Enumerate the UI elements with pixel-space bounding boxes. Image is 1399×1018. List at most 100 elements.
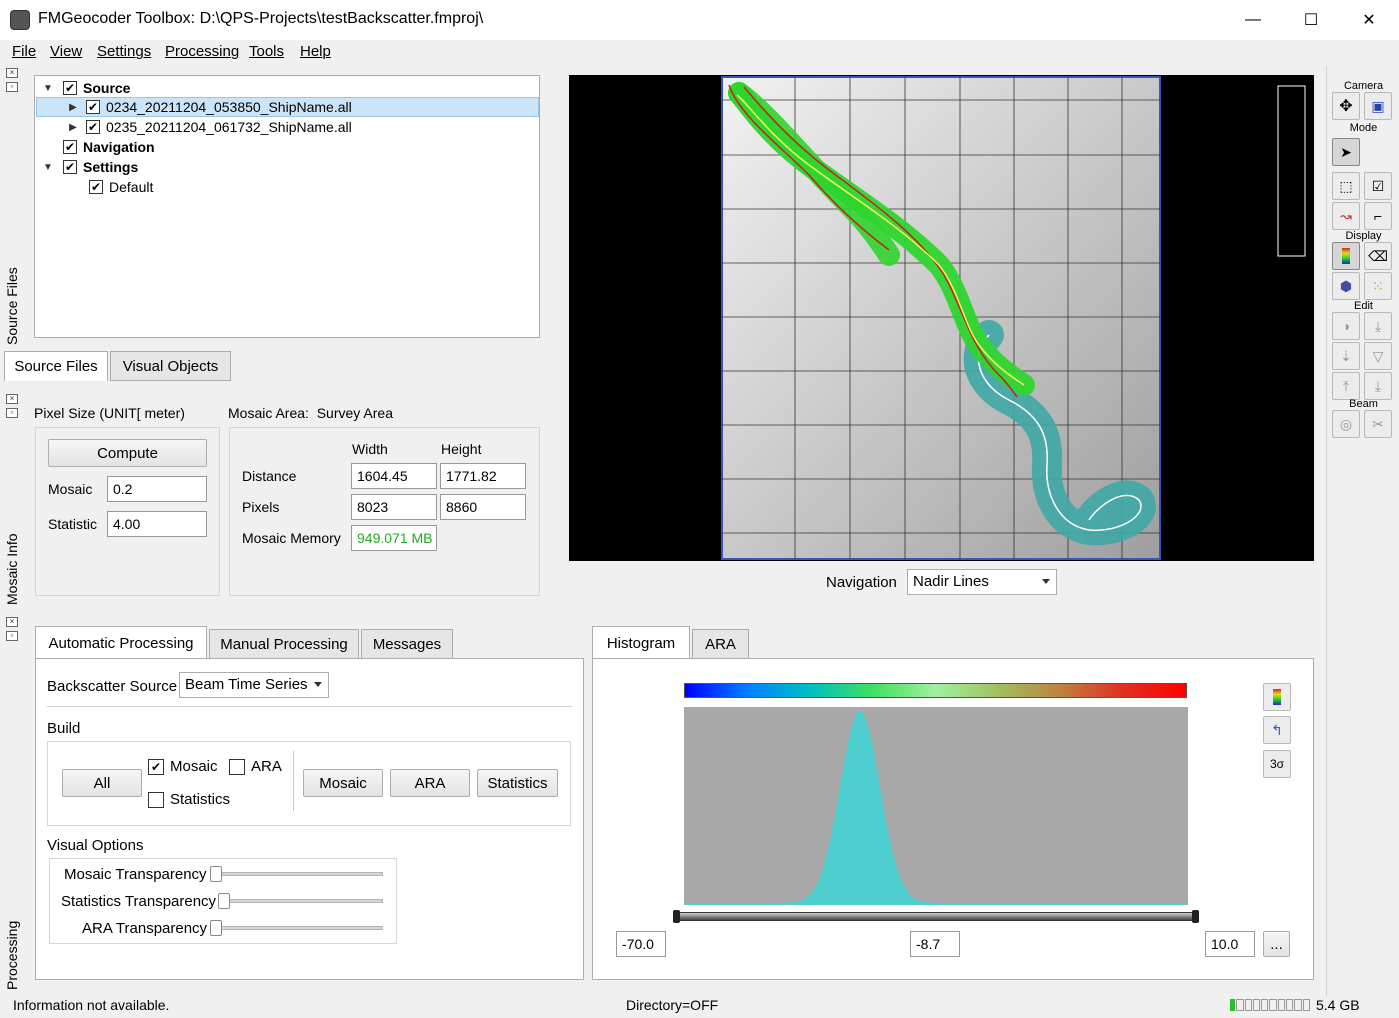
menu-tools[interactable]: Tools (249, 43, 284, 60)
tree-item-file1[interactable]: ▶ ✔ 0234_20211204_053850_ShipName.all (36, 97, 539, 117)
mosaic-size-field[interactable]: 0.2 (107, 476, 207, 502)
statistics-checkbox[interactable]: Statistics (148, 791, 230, 808)
dock-title-source-files: Source Files (4, 267, 20, 345)
chevron-down-icon[interactable]: ▼ (39, 83, 57, 94)
histogram-plot[interactable] (684, 707, 1188, 905)
camera-rotate-button[interactable]: ✥ (1332, 92, 1360, 120)
compute-button[interactable]: Compute (48, 439, 207, 467)
menu-view[interactable]: View (50, 43, 82, 60)
checkbox[interactable]: ✔ (89, 180, 103, 194)
pixels-height-field[interactable]: 8860 (440, 494, 526, 520)
check-select-button[interactable]: ☑ (1364, 172, 1392, 200)
path-select-button[interactable]: ↝ (1332, 202, 1360, 230)
beam-cut-button[interactable]: ✂ (1364, 410, 1392, 438)
checkbox[interactable] (148, 791, 164, 808)
tree-item-file2[interactable]: ▶ ✔ 0235_20211204_061732_ShipName.all (39, 117, 352, 137)
close-dock-icon[interactable]: × (6, 68, 18, 78)
close-dock-icon[interactable]: × (6, 617, 18, 627)
three-sigma-button[interactable]: 3σ (1263, 750, 1291, 778)
chevron-right-icon[interactable]: ▶ (64, 102, 82, 113)
chevron-down-icon[interactable]: ▼ (39, 162, 57, 173)
histogram-mid-field[interactable]: -8.7 (910, 931, 960, 957)
checkbox[interactable] (229, 758, 245, 775)
histogram-more-button[interactable]: ... (1263, 931, 1290, 957)
statistic-size-field[interactable]: 4.00 (107, 511, 207, 537)
tree-item-settings[interactable]: ▼ ✔ Settings (39, 157, 138, 177)
edit-sink-button[interactable]: ⤓ (1364, 372, 1392, 400)
ara-checkbox[interactable]: ARA (229, 758, 282, 775)
colormap-toggle-button[interactable] (1263, 683, 1291, 711)
select-mode-button[interactable]: ➤ (1332, 138, 1360, 166)
tab-source-files[interactable]: Source Files (4, 351, 108, 381)
slider-handle[interactable] (210, 920, 222, 936)
checkbox[interactable]: ✔ (86, 100, 100, 114)
tab-ara[interactable]: ARA (692, 629, 749, 659)
tab-automatic-processing[interactable]: Automatic Processing (35, 626, 207, 659)
edit-raise-button[interactable]: ⤒ (1332, 372, 1360, 400)
camera-section-label: Camera (1343, 80, 1384, 92)
chevron-right-icon[interactable]: ▶ (64, 122, 82, 133)
tab-messages[interactable]: Messages (361, 629, 453, 659)
close-dock-icon[interactable]: × (6, 394, 18, 404)
build-statistics-button[interactable]: Statistics (477, 769, 558, 797)
beam-pattern-button[interactable]: ◎ (1332, 410, 1360, 438)
range-min-handle[interactable] (673, 910, 680, 923)
checkbox[interactable]: ✔ (148, 758, 164, 775)
tab-histogram[interactable]: Histogram (592, 626, 690, 659)
tree-item-navigation[interactable]: ✔ Navigation (63, 137, 155, 157)
tab-visual-objects[interactable]: Visual Objects (110, 351, 231, 381)
distance-height-field[interactable]: 1771.82 (440, 463, 526, 489)
checkbox[interactable]: ✔ (86, 120, 100, 134)
camera-zoom-button[interactable]: ▣ (1364, 92, 1392, 120)
tree-item-default[interactable]: ✔ Default (89, 177, 153, 197)
edit-down-button[interactable]: ⤓ (1364, 312, 1392, 340)
maximize-button[interactable]: ☐ (1282, 0, 1340, 40)
float-dock-icon[interactable]: ▫ (6, 631, 18, 641)
ara-transparency-slider[interactable] (212, 926, 383, 930)
flatten-icon: ▽ (1372, 347, 1384, 364)
pixels-width-field[interactable]: 8023 (351, 494, 437, 520)
distance-width-field[interactable]: 1604.45 (351, 463, 437, 489)
rect-select-button[interactable]: ⬚ (1332, 172, 1360, 200)
tree-item-source[interactable]: ▼ ✔ Source (39, 78, 130, 98)
tab-manual-processing[interactable]: Manual Processing (209, 629, 359, 659)
float-dock-icon[interactable]: ▫ (6, 82, 18, 92)
mosaic-checkbox[interactable]: ✔ Mosaic (148, 758, 218, 775)
range-max-handle[interactable] (1192, 910, 1199, 923)
checkbox[interactable]: ✔ (63, 140, 77, 154)
meter-bar (1277, 999, 1286, 1011)
checkbox[interactable]: ✔ (63, 81, 77, 95)
menu-settings[interactable]: Settings (97, 43, 151, 60)
reset-histogram-button[interactable]: ↰ (1263, 716, 1291, 744)
menu-file[interactable]: File (12, 43, 36, 60)
slider-handle[interactable] (218, 893, 230, 909)
histogram-min-field[interactable]: -70.0 (616, 931, 666, 957)
navigation-select[interactable]: Nadir Lines (907, 569, 1057, 595)
menu-help[interactable]: Help (300, 43, 331, 60)
float-dock-icon[interactable]: ▫ (6, 408, 18, 418)
backscatter-source-select[interactable]: Beam Time Series (179, 672, 329, 698)
histogram-max-field[interactable]: 10.0 (1205, 931, 1255, 957)
minimize-button[interactable]: — (1224, 0, 1282, 40)
colormap-button[interactable] (1332, 242, 1360, 270)
edit-toggle-button[interactable]: ◑ (1332, 312, 1360, 340)
surface-button[interactable]: ⬢ (1332, 272, 1360, 300)
profile-button[interactable]: ⌐ (1364, 202, 1392, 230)
range-slider[interactable] (673, 912, 1199, 921)
mosaic-transparency-slider[interactable] (212, 872, 383, 876)
build-mosaic-button[interactable]: Mosaic (303, 769, 383, 797)
edit-lower-button[interactable]: ⇣ (1332, 342, 1360, 370)
meter-bar (1252, 999, 1261, 1011)
checkbox[interactable]: ✔ (63, 160, 77, 174)
build-ara-button[interactable]: ARA (390, 769, 470, 797)
statistics-transparency-slider[interactable] (220, 899, 383, 903)
eraser-button[interactable]: ⌫ (1364, 242, 1392, 270)
menu-processing[interactable]: Processing (165, 43, 239, 60)
points-button[interactable]: ⁙ (1364, 272, 1392, 300)
build-all-button[interactable]: All (62, 769, 142, 797)
map-canvas[interactable] (569, 75, 1314, 561)
slider-handle[interactable] (210, 866, 222, 882)
close-button[interactable]: ✕ (1340, 0, 1398, 40)
map-view[interactable] (569, 75, 1314, 561)
edit-flatten-button[interactable]: ▽ (1364, 342, 1392, 370)
